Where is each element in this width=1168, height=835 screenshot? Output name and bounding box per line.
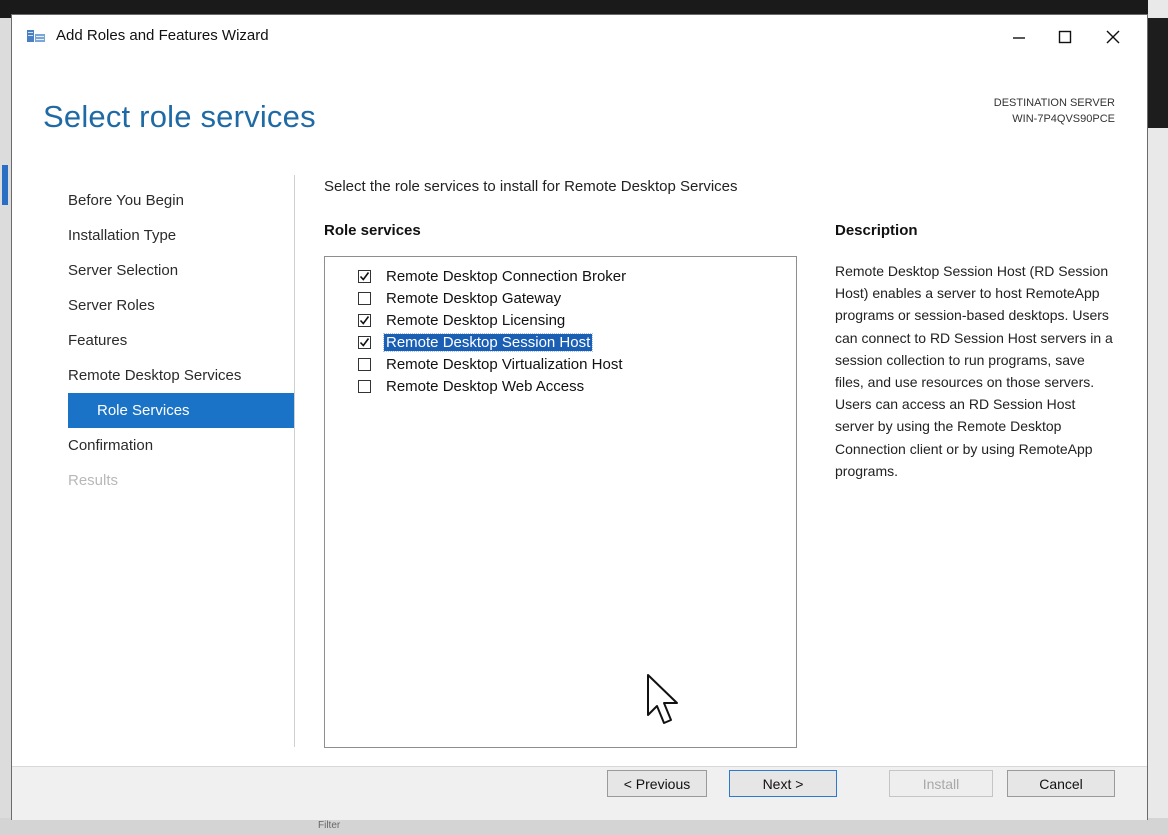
background-filter-text: Filter — [318, 820, 341, 831]
role-service-gateway[interactable]: Remote Desktop Gateway — [358, 288, 563, 309]
server-manager-icon — [27, 30, 45, 42]
role-services-header: Role services — [324, 222, 421, 239]
nav-item-remote-desktop-services[interactable]: Remote Desktop Services — [68, 358, 294, 393]
minimize-button[interactable] — [996, 21, 1042, 53]
nav-item-server-roles[interactable]: Server Roles — [68, 288, 294, 323]
checkbox[interactable] — [358, 314, 371, 327]
checkmark-icon — [359, 338, 370, 347]
checkbox[interactable] — [358, 380, 371, 393]
role-service-label: Remote Desktop Gateway — [386, 290, 562, 307]
checkbox[interactable] — [358, 358, 371, 371]
role-service-session-host[interactable]: Remote Desktop Session Host — [358, 332, 594, 353]
nav-item-role-services[interactable]: Role Services — [68, 393, 294, 428]
role-service-label: Remote Desktop Connection Broker — [386, 268, 627, 285]
background-bottom-bar — [0, 818, 1168, 835]
next-button[interactable]: Next > — [729, 770, 837, 797]
page-title: Select role services — [43, 99, 316, 134]
close-icon — [1106, 30, 1120, 44]
role-service-label: Remote Desktop Web Access — [386, 378, 585, 395]
destination-server-label: DESTINATION SERVER — [993, 97, 1115, 109]
role-service-label: Remote Desktop Licensing — [386, 312, 566, 329]
mouse-pointer-icon — [647, 674, 678, 724]
instruction-text: Select the role services to install for … — [324, 178, 738, 195]
window-title: Add Roles and Features Wizard — [56, 27, 269, 44]
role-service-licensing[interactable]: Remote Desktop Licensing — [358, 310, 567, 331]
install-button: Install — [889, 770, 993, 797]
nav-item-results: Results — [68, 472, 119, 489]
role-service-virtualization-host[interactable]: Remote Desktop Virtualization Host — [358, 354, 625, 375]
checkmark-icon — [359, 272, 370, 281]
nav-item-before-you-begin[interactable]: Before You Begin — [68, 183, 294, 218]
nav-item-server-selection[interactable]: Server Selection — [68, 253, 294, 288]
checkbox[interactable] — [358, 292, 371, 305]
role-service-label: Remote Desktop Virtualization Host — [386, 356, 623, 373]
background-right-dark — [1148, 18, 1168, 128]
close-button[interactable] — [1090, 21, 1136, 53]
minimize-icon — [1013, 37, 1025, 39]
checkbox[interactable] — [358, 336, 371, 349]
checkbox[interactable] — [358, 270, 371, 283]
role-service-connection-broker[interactable]: Remote Desktop Connection Broker — [358, 266, 628, 287]
cancel-button[interactable]: Cancel — [1007, 770, 1115, 797]
checkmark-icon — [359, 316, 370, 325]
role-services-list[interactable]: Remote Desktop Connection Broker Remote … — [324, 256, 797, 748]
role-service-web-access[interactable]: Remote Desktop Web Access — [358, 376, 586, 397]
description-text: Remote Desktop Session Host (RD Session … — [835, 263, 1113, 479]
description-header: Description — [835, 222, 918, 239]
background-left-accent — [2, 165, 8, 205]
maximize-icon — [1058, 30, 1072, 44]
title-bar[interactable]: Add Roles and Features Wizard — [12, 15, 1147, 57]
nav-item-confirmation[interactable]: Confirmation — [68, 428, 294, 463]
destination-server-name: WIN-7P4QVS90PCE — [1012, 113, 1115, 125]
nav-divider — [294, 175, 295, 747]
nav-item-installation-type[interactable]: Installation Type — [68, 218, 294, 253]
role-service-label: Remote Desktop Session Host — [382, 333, 594, 352]
previous-button[interactable]: < Previous — [607, 770, 707, 797]
nav-item-features[interactable]: Features — [68, 323, 294, 358]
wizard-nav: Before You Begin Installation Type Serve… — [68, 183, 294, 498]
maximize-button[interactable] — [1042, 21, 1088, 53]
wizard-window: Add Roles and Features Wizard Select rol… — [11, 14, 1148, 820]
